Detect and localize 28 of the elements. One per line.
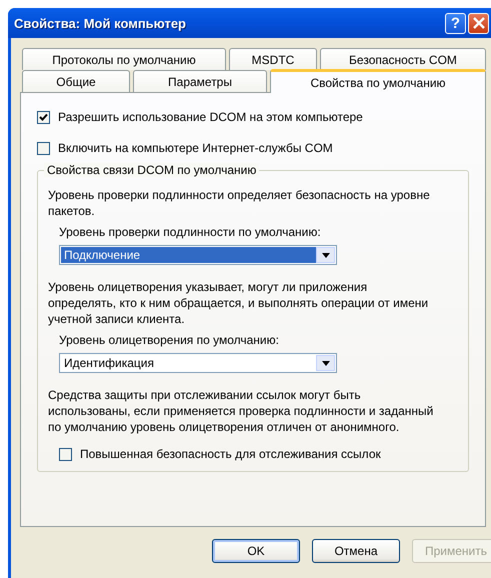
tab[interactable]: Безопасность COM [320, 48, 486, 70]
field-label: Уровень олицетворения по умолчанию: [59, 333, 280, 347]
close-button[interactable] [468, 12, 489, 34]
window-title: Свойства: Мой компьютер [14, 16, 186, 30]
checkbox-label[interactable]: Повышенная безопасность для отслеживания ссылок [80, 447, 381, 461]
description-text: Уровень олицетворения указывает, могут ли приложения определять, кто к ним обращается, и выполнять операции от имени учетной записи клиента. [48, 279, 430, 327]
tab[interactable]: MSDTC [229, 48, 317, 70]
group-title: Свойства связи DCOM по умолчанию [44, 163, 260, 177]
tab[interactable]: Свойства по умолчанию [270, 69, 486, 93]
dropdown-value: Подключение [61, 247, 316, 263]
checkbox[interactable] [37, 110, 50, 124]
dropdown-value: Идентификация [63, 355, 155, 371]
help-button[interactable]: ? [445, 12, 466, 34]
tab[interactable]: Общие [22, 70, 130, 92]
dialog-button[interactable]: Отмена [312, 539, 400, 563]
checkbox-label[interactable]: Разрешить использование DCOM на этом компьютере [58, 110, 363, 124]
close-icon [472, 16, 486, 30]
tab[interactable]: Параметры [133, 70, 267, 92]
dialog-button[interactable]: OK [212, 539, 300, 563]
tab[interactable]: Протоколы по умолчанию [22, 48, 226, 70]
description-text: Средства защиты при отслеживании ссылок могут быть использованы, если применяется проверка подлинности и заданный по умолчанию уровень олицетворения отличен от анонимного. [48, 387, 434, 435]
checkbox[interactable] [37, 142, 50, 154]
dropdown[interactable]: Подключение [59, 245, 337, 265]
checkbox[interactable] [59, 448, 72, 460]
description-text: Уровень проверки подлинности определяет безопасность на уровне пакетов. [48, 187, 431, 219]
checkbox-label[interactable]: Включить на компьютере Интернет-службы COM [58, 141, 333, 155]
dropdown[interactable]: Идентификация [59, 353, 337, 373]
field-label: Уровень проверки подлинности по умолчанию: [59, 225, 322, 239]
